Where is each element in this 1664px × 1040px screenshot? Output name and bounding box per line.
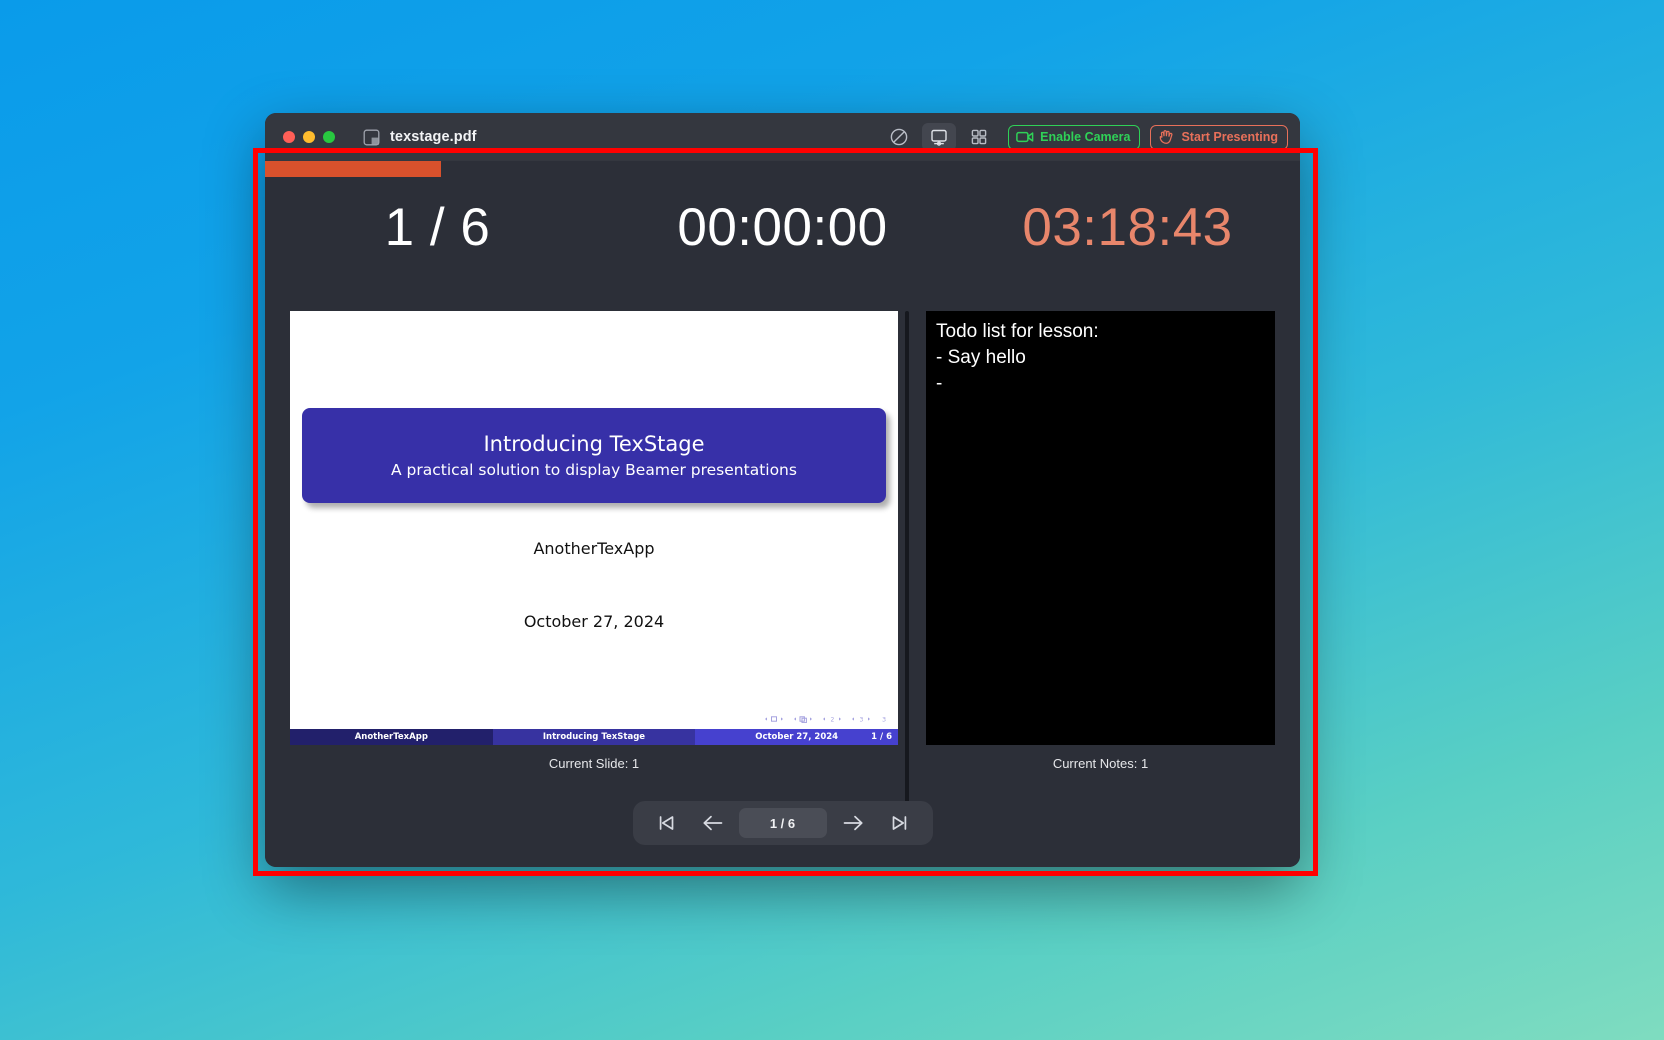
minimize-window-button[interactable] xyxy=(303,131,315,143)
pdf-page-icon xyxy=(363,129,380,146)
no-pointer-icon-button[interactable] xyxy=(882,123,916,151)
current-slide-pane: Introducing TexStage A practical solutio… xyxy=(265,311,903,771)
arrow-right-icon xyxy=(841,813,865,833)
footline-page: 1 / 6 xyxy=(871,732,892,742)
start-presenting-button[interactable]: Start Presenting xyxy=(1150,124,1288,150)
notes-pane: Todo list for lesson: - Say hello - Curr… xyxy=(919,311,1300,771)
slide-navigation-bar: 1 / 6 xyxy=(632,801,933,845)
toolbar-actions: Enable Camera Start Presenting xyxy=(882,123,1288,151)
document-title: texstage.pdf xyxy=(390,129,477,145)
enable-camera-button[interactable]: Enable Camera xyxy=(1008,124,1141,150)
footline-title: Introducing TexStage xyxy=(492,729,696,745)
beamer-subsection-nav-icon: 2 xyxy=(823,716,841,723)
maximize-window-button[interactable] xyxy=(323,131,335,143)
content-row: Introducing TexStage A practical solutio… xyxy=(265,311,1300,821)
presenter-view: 1 / 6 00:00:00 03:18:43 Introducing TexS… xyxy=(265,161,1300,867)
svg-text:3: 3 xyxy=(882,715,886,723)
slide-title: Introducing TexStage xyxy=(483,432,705,456)
document-chip[interactable]: texstage.pdf xyxy=(363,129,477,146)
pane-divider-handle[interactable] xyxy=(905,311,909,821)
slide-subtitle: A practical solution to display Beamer p… xyxy=(391,461,797,479)
traffic-light-group xyxy=(283,131,335,143)
page-number-input[interactable]: 1 / 6 xyxy=(738,808,827,838)
slide-titleblock: Introducing TexStage A practical solutio… xyxy=(302,408,886,503)
presenter-hand-icon xyxy=(1158,129,1175,145)
slide-date: October 27, 2024 xyxy=(523,612,665,631)
no-pointer-icon xyxy=(889,127,909,147)
status-row: 1 / 6 00:00:00 03:18:43 xyxy=(265,191,1300,263)
beamer-frame-nav-icon xyxy=(794,716,812,723)
wall-clock-display: 03:18:43 xyxy=(1022,197,1233,257)
current-notes-caption: Current Notes: 1 xyxy=(1052,756,1149,771)
elapsed-timer-display[interactable]: 00:00:00 xyxy=(610,201,955,254)
enable-camera-label: Enable Camera xyxy=(1040,130,1131,144)
skip-to-end-icon xyxy=(888,813,910,833)
footline-date: October 27, 2024 xyxy=(755,732,839,742)
skip-to-start-icon xyxy=(656,813,678,833)
presentation-progress-bar[interactable] xyxy=(265,161,1300,177)
slide-counter-display: 1 / 6 xyxy=(384,197,491,257)
video-camera-icon xyxy=(1016,130,1034,144)
notes-display[interactable]: Todo list for lesson: - Say hello - xyxy=(926,311,1275,745)
close-window-button[interactable] xyxy=(283,131,295,143)
footline-author: AnotherTexApp xyxy=(290,729,493,745)
presenter-window: texstage.pdf Enable Camera Start Present… xyxy=(265,113,1300,867)
presentation-progress-fill xyxy=(265,161,441,177)
svg-text:3: 3 xyxy=(860,716,864,723)
first-slide-button[interactable] xyxy=(647,808,687,838)
navigation-bar-wrapper: 1 / 6 xyxy=(265,801,1300,845)
beamer-footline: AnotherTexApp Introducing TexStage Octob… xyxy=(290,729,898,745)
beamer-section-nav-icon: 3 xyxy=(852,716,870,723)
display-screen-icon-button[interactable] xyxy=(922,123,957,151)
grid-overview-icon xyxy=(969,127,989,147)
window-titlebar: texstage.pdf Enable Camera Start Present… xyxy=(265,113,1300,161)
slide-author: AnotherTexApp xyxy=(533,539,655,558)
last-slide-button[interactable] xyxy=(879,808,919,838)
grid-overview-icon-button[interactable] xyxy=(962,123,996,151)
next-slide-button[interactable] xyxy=(833,808,873,838)
current-slide-preview[interactable]: Introducing TexStage A practical solutio… xyxy=(290,311,898,745)
beamer-doc-nav-icon: 3 xyxy=(882,715,886,723)
beamer-navigation-symbols: 2 3 3 xyxy=(764,715,890,723)
start-presenting-label: Start Presenting xyxy=(1181,130,1278,144)
previous-slide-button[interactable] xyxy=(693,808,733,838)
notes-text: Todo list for lesson: - Say hello - xyxy=(936,321,1099,395)
beamer-slide-nav-icon xyxy=(765,716,783,722)
footline-date-page: October 27, 2024 1 / 6 xyxy=(695,729,898,745)
svg-text:2: 2 xyxy=(831,716,835,723)
display-screen-icon xyxy=(929,127,949,147)
arrow-left-icon xyxy=(701,813,725,833)
current-slide-caption: Current Slide: 1 xyxy=(548,756,640,771)
